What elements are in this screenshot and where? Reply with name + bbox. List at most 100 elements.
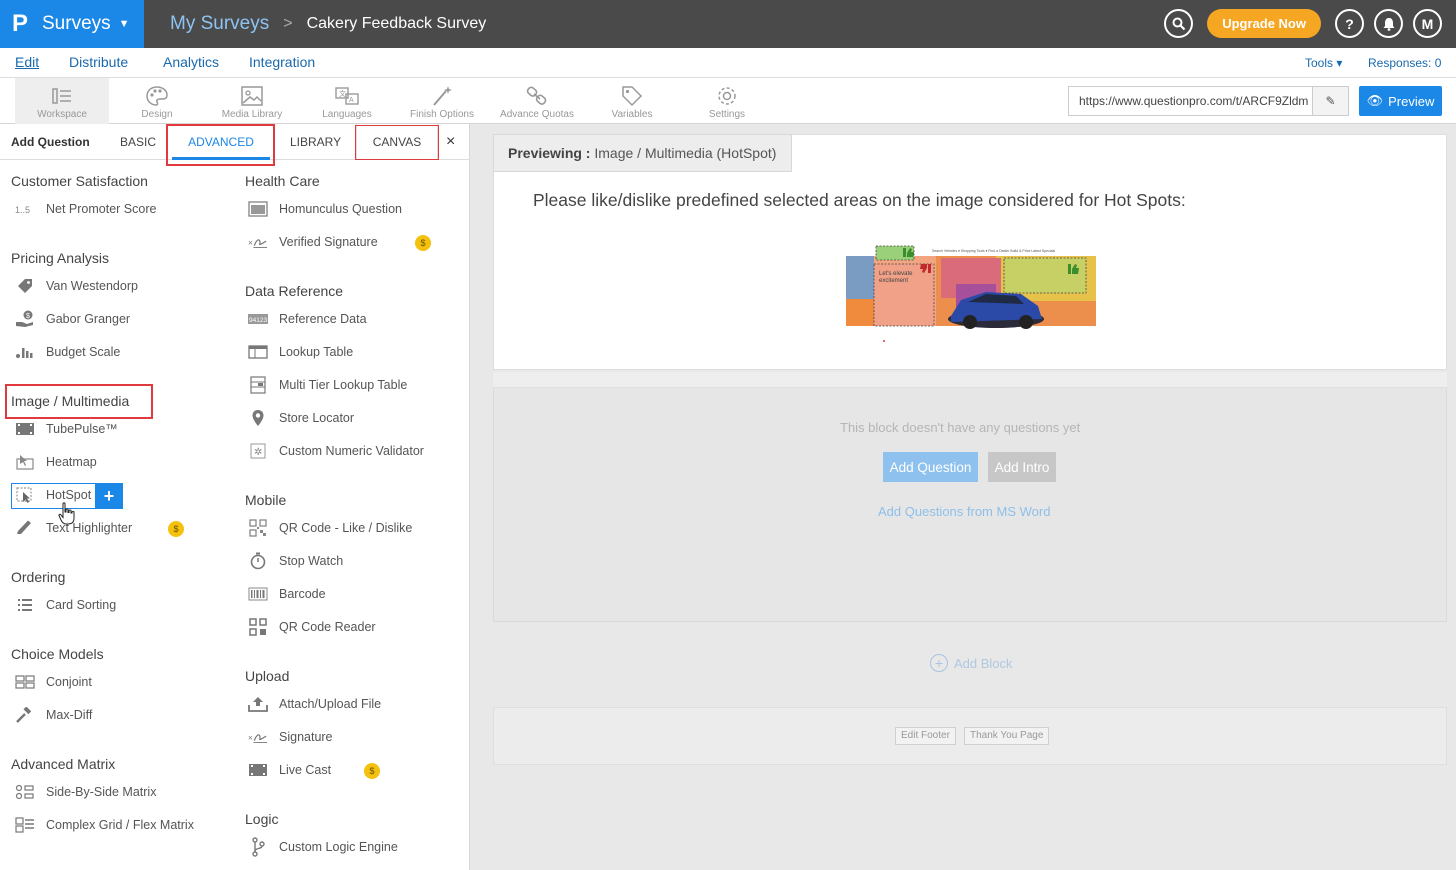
- question-type-label: Barcode: [279, 587, 326, 601]
- user-avatar[interactable]: M: [1413, 9, 1442, 38]
- question-type-live-cast[interactable]: Live Cast: [248, 760, 331, 780]
- survey-url-field[interactable]: https://www.questionpro.com/t/ARCF9Zldm …: [1068, 86, 1349, 116]
- qr-reader-icon: [248, 618, 268, 636]
- question-type-verified-signature[interactable]: × Verified Signature: [248, 232, 378, 252]
- question-type-budget-scale[interactable]: Budget Scale: [15, 342, 120, 362]
- question-type-attach-upload-file[interactable]: Attach/Upload File: [248, 694, 381, 714]
- question-type-label: QR Code - Like / Dislike: [279, 521, 413, 535]
- question-type-custom-logic-engine[interactable]: Custom Logic Engine: [248, 837, 398, 857]
- upgrade-now-button[interactable]: Upgrade Now: [1207, 9, 1321, 38]
- question-type-barcode[interactable]: Barcode: [248, 584, 326, 604]
- question-type-label: Stop Watch: [279, 554, 344, 568]
- tag-icon: [622, 86, 643, 107]
- edit-footer-button[interactable]: Edit Footer: [895, 727, 956, 745]
- question-type-max-diff[interactable]: Max-Diff: [15, 705, 92, 725]
- question-type-net-promoter-score[interactable]: 1..5 Net Promoter Score: [15, 199, 156, 219]
- settings-tool[interactable]: Settings: [680, 78, 774, 124]
- tools-dropdown[interactable]: Tools ▾: [1305, 56, 1342, 70]
- question-type-reference-data[interactable]: 94123 Reference Data: [248, 309, 367, 329]
- question-type-conjoint[interactable]: Conjoint: [15, 672, 92, 692]
- svg-text:文: 文: [339, 89, 346, 98]
- table-icon: [248, 344, 268, 360]
- search-icon[interactable]: [1164, 9, 1194, 38]
- question-type-stop-watch[interactable]: Stop Watch: [248, 551, 343, 571]
- question-type-signature[interactable]: × Signature: [248, 727, 333, 747]
- tab-library[interactable]: LIBRARY: [290, 124, 341, 160]
- add-hotspot-plus-button[interactable]: +: [95, 483, 123, 509]
- survey-title: Cakery Feedback Survey: [306, 15, 487, 32]
- surveys-menu[interactable]: P Surveys ▼: [0, 0, 144, 48]
- question-type-qr-code-reader[interactable]: QR Code Reader: [248, 617, 376, 637]
- settings-label: Settings: [708, 109, 746, 120]
- advance-quotas-label: Advance Quotas: [500, 109, 574, 120]
- gavel-icon: [15, 707, 35, 723]
- question-type-label: Card Sorting: [46, 598, 117, 612]
- hotspot-cursor-icon: [15, 487, 35, 503]
- price-tag-icon: [15, 278, 35, 294]
- block-header: [493, 372, 1447, 388]
- preview-button[interactable]: 👁 Preview: [1359, 86, 1442, 116]
- app-name: Surveys: [42, 13, 111, 34]
- question-type-van-westendorp[interactable]: Van Westendorp: [15, 276, 138, 296]
- question-type-label: Store Locator: [279, 411, 355, 425]
- edit-pencil-icon[interactable]: ✎: [1312, 87, 1348, 115]
- notification-bell-icon[interactable]: [1374, 9, 1403, 38]
- thank-you-page-button[interactable]: Thank You Page: [964, 727, 1050, 745]
- question-type-hotspot[interactable]: HotSpot: [15, 485, 91, 505]
- tab-basic[interactable]: BASIC: [120, 124, 156, 160]
- svg-text:Search Vehicles ▾ Shopping T: Search Vehicles ▾ Shopping Tools ▾ Find …: [932, 249, 1055, 253]
- upload-icon: [248, 696, 268, 712]
- svg-text:1..5: 1..5: [15, 205, 30, 215]
- question-type-complex-grid[interactable]: Complex Grid / Flex Matrix: [15, 815, 194, 835]
- question-type-qr-like-dislike[interactable]: QR Code - Like / Dislike: [248, 518, 412, 538]
- nav-analytics[interactable]: Analytics: [163, 54, 219, 70]
- advance-quotas-tool[interactable]: Advance Quotas: [490, 78, 584, 124]
- workspace-tool[interactable]: Workspace: [15, 78, 109, 124]
- nav-integration[interactable]: Integration: [249, 54, 315, 70]
- gear-icon: [718, 87, 736, 105]
- question-type-label: Signature: [279, 730, 333, 744]
- film-icon: [248, 762, 268, 778]
- question-type-store-locator[interactable]: Store Locator: [248, 408, 354, 428]
- responses-count[interactable]: Responses: 0: [1368, 56, 1441, 70]
- media-library-tool[interactable]: Media Library: [205, 78, 299, 124]
- design-tool[interactable]: Design: [110, 78, 204, 124]
- question-type-tubepulse[interactable]: TubePulse™: [15, 419, 118, 439]
- variables-label: Variables: [611, 109, 653, 120]
- finish-options-label: Finish Options: [410, 109, 474, 120]
- svg-text:A: A: [349, 97, 354, 104]
- add-block-button[interactable]: + Add Block: [930, 654, 1013, 672]
- question-type-label: Live Cast: [279, 763, 332, 777]
- add-from-ms-word-link[interactable]: Add Questions from MS Word: [878, 504, 1050, 519]
- question-type-side-by-side-matrix[interactable]: Side-By-Side Matrix: [15, 782, 156, 802]
- empty-block-message: This block doesn't have any questions ye…: [840, 420, 1081, 435]
- caret-down-icon: ▼: [118, 18, 130, 30]
- question-type-custom-numeric-validator[interactable]: ✲ Custom Numeric Validator: [248, 441, 424, 461]
- hotspot-image[interactable]: Let's elevate excitement Search Vehicles…: [846, 244, 1096, 344]
- help-icon[interactable]: ?: [1335, 9, 1364, 38]
- question-type-label: Heatmap: [46, 455, 97, 469]
- add-block-label: Add Block: [954, 655, 1013, 671]
- preview-button-label: Preview: [1388, 93, 1435, 109]
- finish-options-tool[interactable]: Finish Options: [395, 78, 489, 124]
- variables-tool[interactable]: Variables: [585, 78, 679, 124]
- close-icon[interactable]: ×: [446, 124, 455, 160]
- stopwatch-icon: [248, 552, 268, 570]
- question-type-heatmap[interactable]: Heatmap: [15, 452, 97, 472]
- question-type-label: Max-Diff: [46, 708, 93, 722]
- add-question-button[interactable]: Add Question: [883, 452, 978, 482]
- question-type-homunculus[interactable]: Homunculus Question: [248, 199, 402, 219]
- add-intro-button[interactable]: Add Intro: [988, 452, 1056, 482]
- map-pin-icon: [248, 410, 268, 426]
- breadcrumb-my-surveys[interactable]: My Surveys: [170, 13, 269, 35]
- number-code-icon: 94123: [248, 311, 268, 327]
- nav-distribute[interactable]: Distribute: [69, 54, 128, 70]
- question-type-gabor-granger[interactable]: $ Gabor Granger: [15, 309, 130, 329]
- question-type-lookup-table[interactable]: Lookup Table: [248, 342, 353, 362]
- question-type-multi-tier-lookup[interactable]: Multi Tier Lookup Table: [248, 375, 407, 395]
- question-type-card-sorting[interactable]: Card Sorting: [15, 595, 116, 615]
- film-icon: [15, 421, 35, 437]
- nav-edit[interactable]: Edit: [15, 54, 39, 70]
- languages-tool[interactable]: 文A Languages: [300, 78, 394, 124]
- question-type-label: Van Westendorp: [46, 279, 138, 293]
